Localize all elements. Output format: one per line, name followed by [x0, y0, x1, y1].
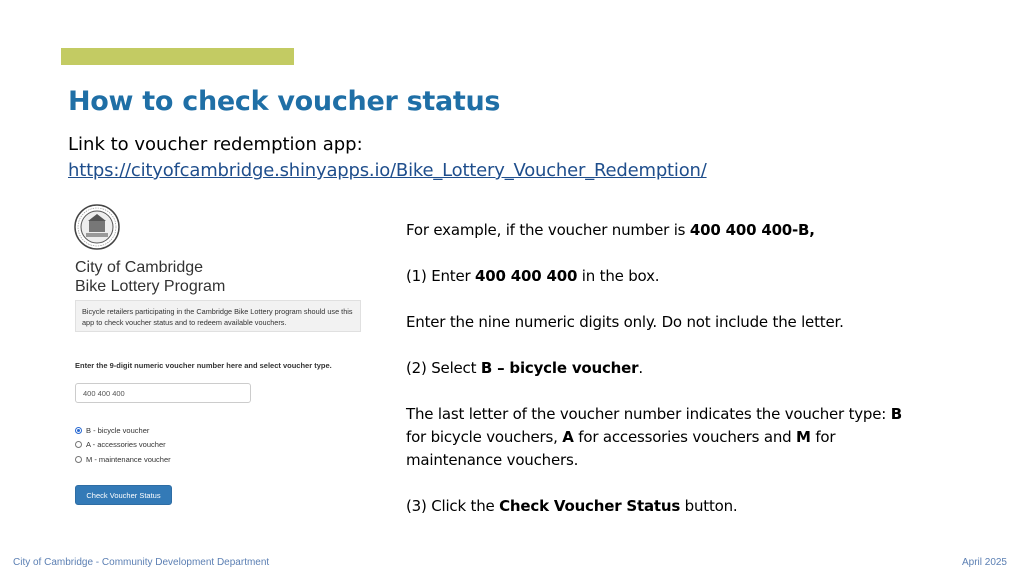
instruction-step-2: (2) Select B – bicycle voucher. [406, 359, 643, 377]
radio-button[interactable] [75, 440, 82, 448]
instruction-letter-note: The last letter of the voucher number in… [406, 405, 902, 469]
city-seal-icon [74, 204, 120, 250]
link-intro: Link to voucher redemption app: [68, 134, 363, 155]
radio-maintenance-voucher[interactable]: M - maintenance voucher [75, 453, 171, 465]
instruction-step-3: (3) Click the Check Voucher Status butto… [406, 497, 738, 515]
app-title-line2: Bike Lottery Program [75, 278, 226, 295]
instructions: For example, if the voucher number is 40… [406, 219, 946, 518]
radio-label: A - accessories voucher [86, 439, 166, 449]
app-info-box: Bicycle retailers participating in the C… [75, 300, 361, 332]
voucher-prompt-label: Enter the 9-digit numeric voucher number… [75, 361, 332, 370]
redemption-app-link[interactable]: https://cityofcambridge.shinyapps.io/Bik… [68, 160, 707, 181]
instruction-example: For example, if the voucher number is 40… [406, 221, 815, 239]
accent-bar [61, 48, 294, 65]
instruction-step-1: (1) Enter 400 400 400 in the box. [406, 267, 660, 285]
app-title: City of Cambridge Bike Lottery Program [75, 258, 225, 296]
radio-label: B - bicycle voucher [86, 425, 150, 435]
radio-label: M - maintenance voucher [86, 454, 171, 464]
check-voucher-status-button[interactable]: Check Voucher Status [75, 485, 172, 505]
voucher-number-input[interactable]: 400 400 400 [75, 383, 251, 403]
radio-bicycle-voucher[interactable]: B - bicycle voucher [75, 424, 149, 436]
radio-button-checked[interactable] [75, 426, 82, 434]
radio-accessories-voucher[interactable]: A - accessories voucher [75, 438, 166, 450]
app-screenshot: City of Cambridge Bike Lottery Program B… [72, 202, 372, 512]
slide-title: How to check voucher status [68, 86, 501, 117]
radio-button[interactable] [75, 455, 82, 463]
instruction-digits-note: Enter the nine numeric digits only. Do n… [406, 313, 844, 331]
app-title-line1: City of Cambridge [75, 259, 204, 276]
footer-department: City of Cambridge - Community Developmen… [13, 557, 270, 568]
footer-date: April 2025 [961, 557, 1007, 568]
